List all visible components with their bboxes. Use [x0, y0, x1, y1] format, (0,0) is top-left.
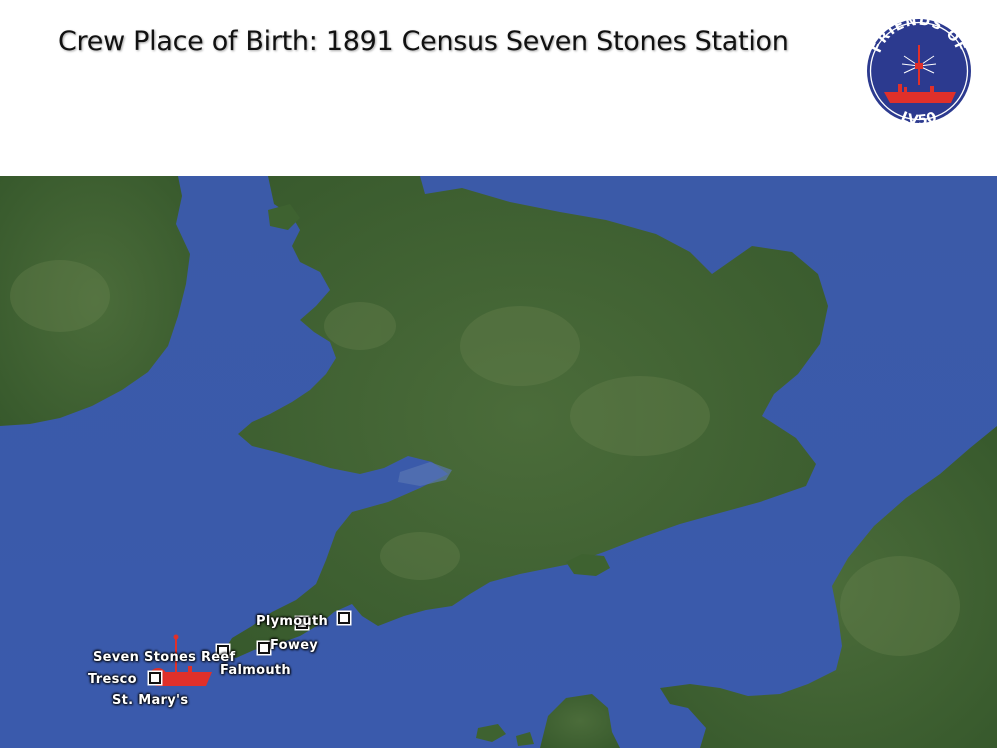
slide-title: Crew Place of Birth: 1891 Census Seven S…	[58, 26, 789, 57]
tresco-label: Tresco	[88, 672, 137, 687]
plymouth-label: Plymouth	[256, 614, 329, 629]
seven-stones-marker	[149, 672, 161, 684]
falmouth-label: Falmouth	[220, 663, 291, 678]
seven-stones-reef-label: Seven Stones Reef	[93, 650, 236, 665]
slide: Crew Place of Birth: 1891 Census Seven S…	[0, 0, 997, 748]
fowey-label: Fowey	[270, 638, 319, 653]
friends-of-lv50-logo: FRIENDS OF LV50	[867, 13, 971, 129]
st-marys-label: St. Mary's	[112, 693, 189, 708]
east-cornwall-marker	[338, 612, 350, 624]
map: Plymouth Fowey Seven Stones Reef Falmout…	[0, 176, 997, 748]
fowey-marker	[258, 642, 270, 654]
